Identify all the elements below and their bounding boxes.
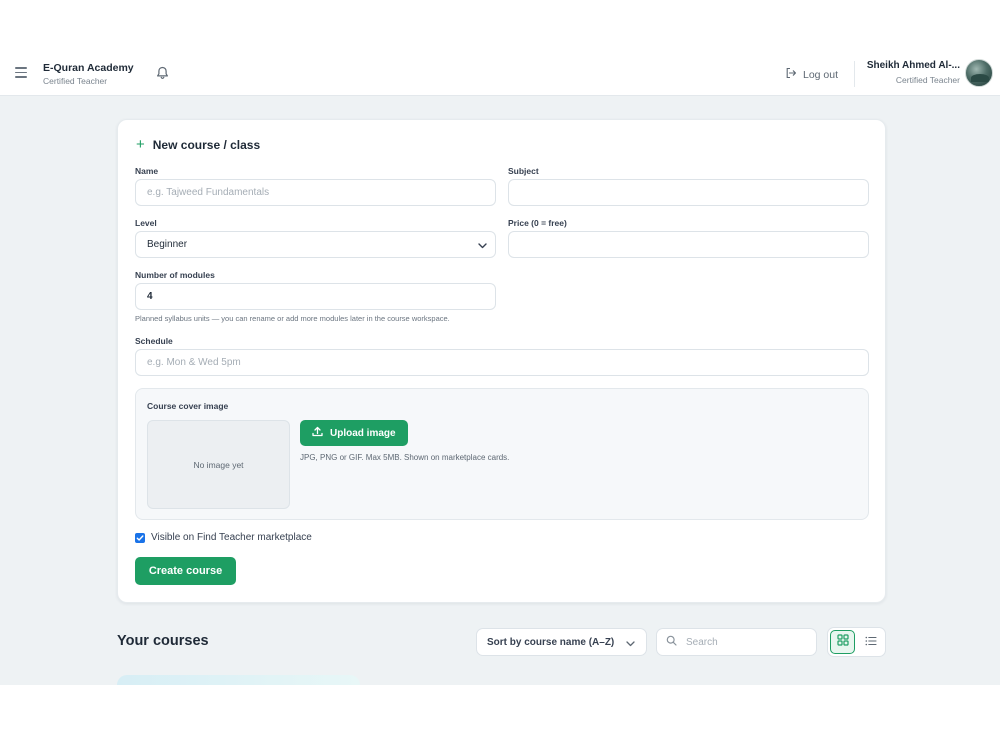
level-value: Beginner xyxy=(147,239,188,250)
card-title: + New course / class xyxy=(136,136,261,153)
visible-marketplace-checkbox[interactable] xyxy=(135,532,145,543)
notifications-bell-icon[interactable] xyxy=(156,66,169,85)
course-card[interactable] xyxy=(117,675,360,685)
modules-hint: Planned syllabus units — you can rename … xyxy=(135,314,450,323)
list-icon xyxy=(865,633,877,651)
sort-select[interactable]: Sort by course name (A–Z) xyxy=(476,628,647,656)
sort-value: Sort by course name (A–Z) xyxy=(487,636,615,648)
upload-icon xyxy=(312,426,323,440)
visible-marketplace-row: Visible on Find Teacher marketplace xyxy=(135,532,312,543)
level-select[interactable]: Beginner xyxy=(135,231,496,258)
logout-button[interactable]: Log out xyxy=(785,67,838,82)
search-placeholder: Search xyxy=(686,636,718,648)
name-input[interactable]: e.g. Tajweed Fundamentals xyxy=(135,179,496,206)
your-courses-heading: Your courses xyxy=(117,633,209,649)
search-icon xyxy=(666,635,677,649)
user-info[interactable]: Sheikh Ahmed Al-... Certified Teacher xyxy=(867,60,960,85)
chevron-down-icon xyxy=(626,639,635,650)
name-label: Name xyxy=(135,166,159,176)
plus-icon: + xyxy=(136,136,145,153)
view-toggle xyxy=(827,627,886,657)
cover-image-label: Course cover image xyxy=(147,401,229,411)
grid-view-button[interactable] xyxy=(830,630,855,654)
cover-image-preview: No image yet xyxy=(147,420,290,509)
grid-icon xyxy=(836,633,849,651)
schedule-input[interactable]: e.g. Mon & Wed 5pm xyxy=(135,349,869,376)
list-view-button[interactable] xyxy=(861,633,881,651)
upload-hint: JPG, PNG or GIF. Max 5MB. Shown on marke… xyxy=(300,453,510,462)
avatar[interactable] xyxy=(965,59,993,87)
menu-icon[interactable] xyxy=(15,67,27,78)
schedule-label: Schedule xyxy=(135,336,173,346)
modules-input[interactable]: 4 xyxy=(135,283,496,310)
upload-label: Upload image xyxy=(330,427,396,439)
user-role: Certified Teacher xyxy=(895,75,960,85)
top-bar: E-Quran Academy Certified Teacher Log ou… xyxy=(0,50,1000,96)
card-title-text: New course / class xyxy=(152,138,261,152)
create-course-button[interactable]: Create course xyxy=(135,557,236,585)
chevron-down-icon xyxy=(478,241,487,252)
price-input[interactable] xyxy=(508,231,869,258)
new-course-card: + New course / class Name e.g. Tajweed F… xyxy=(117,119,886,603)
no-image-text: No image yet xyxy=(193,459,244,470)
app-viewport: E-Quran Academy Certified Teacher Log ou… xyxy=(0,50,1000,685)
level-label: Level xyxy=(135,218,157,228)
subject-label: Subject xyxy=(508,166,539,176)
price-label: Price (0 = free) xyxy=(508,218,567,228)
visible-marketplace-label[interactable]: Visible on Find Teacher marketplace xyxy=(151,532,312,543)
modules-label: Number of modules xyxy=(135,270,215,280)
subject-input[interactable] xyxy=(508,179,869,206)
divider xyxy=(854,61,855,87)
brand-subtitle: Certified Teacher xyxy=(43,76,108,86)
logout-icon xyxy=(785,67,797,82)
logout-label: Log out xyxy=(803,68,839,81)
brand-title: E-Quran Academy xyxy=(43,62,134,74)
brand: E-Quran Academy Certified Teacher xyxy=(43,62,134,86)
cover-image-section: Course cover image No image yet Upload i… xyxy=(135,388,869,520)
user-name: Sheikh Ahmed Al-... xyxy=(866,60,960,71)
search-input[interactable]: Search xyxy=(656,628,817,656)
upload-image-button[interactable]: Upload image xyxy=(300,420,408,446)
